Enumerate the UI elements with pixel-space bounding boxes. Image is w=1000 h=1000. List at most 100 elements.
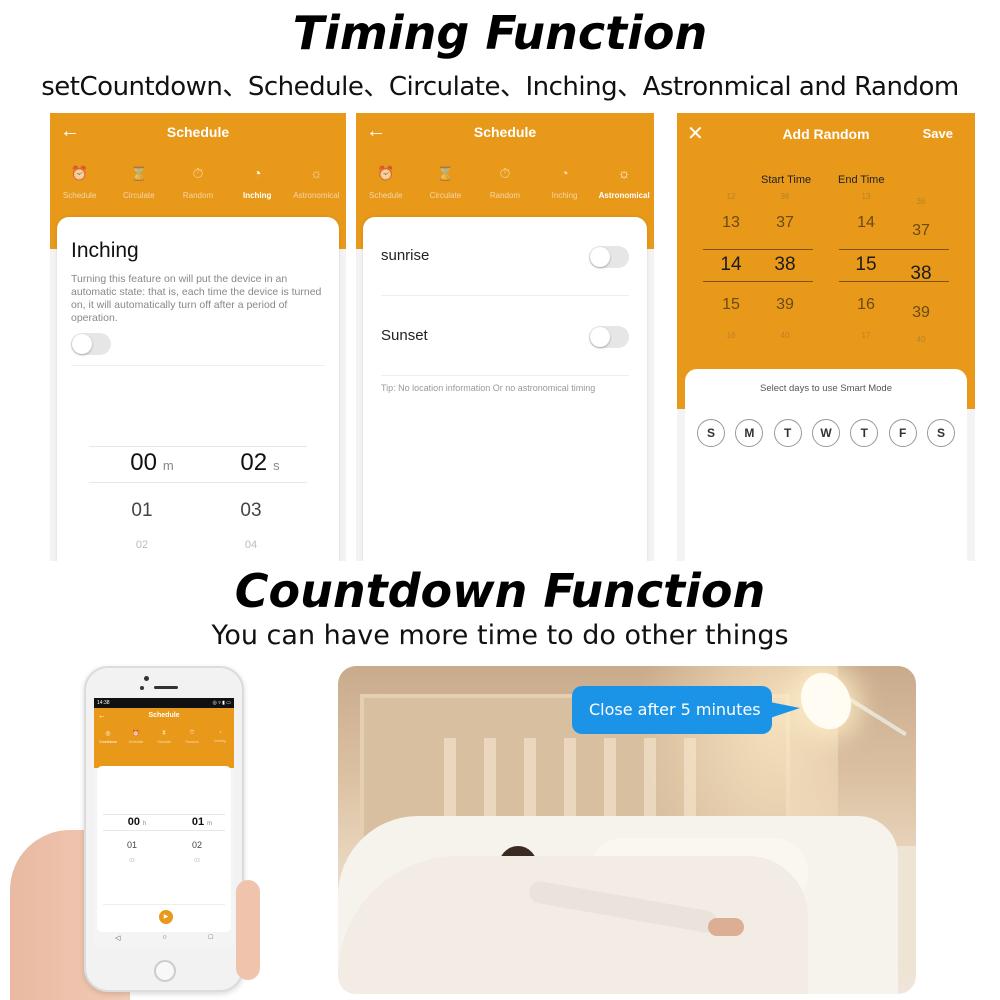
minutes-selected[interactable]: 00 m	[107, 449, 197, 477]
sunset-toggle[interactable]	[589, 326, 629, 348]
start-hour-item[interactable]: 16	[711, 331, 751, 340]
seconds-selected[interactable]: 02 s	[215, 449, 305, 477]
end-picker-line-bottom	[839, 281, 949, 282]
astronomical-screen: ← Schedule ⏰ Schedule ⌛ Circulate ⏱ Random …	[356, 113, 654, 561]
end-minute-item[interactable]: 39	[901, 304, 941, 322]
hourglass-icon: ⌛	[436, 165, 455, 181]
divider	[103, 904, 225, 905]
end-hour-item[interactable]: 14	[846, 214, 886, 232]
end-hour-item[interactable]: 17	[846, 331, 886, 340]
screen-title: Schedule	[148, 712, 180, 719]
day-thursday[interactable]: T	[850, 419, 879, 447]
end-minute-item[interactable]: 40	[901, 335, 941, 344]
minutes-selected[interactable]: 01 m	[182, 816, 222, 828]
minutes-next2[interactable]: 03	[180, 858, 214, 864]
day-monday[interactable]: M	[735, 419, 764, 447]
tab-random[interactable]: ⏱ Random	[168, 163, 227, 209]
hours-next2[interactable]: 02	[115, 858, 149, 864]
start-minute-item[interactable]: 36	[765, 192, 805, 201]
tab-schedule[interactable]: ⏰ Schedule	[122, 730, 150, 744]
day-tuesday[interactable]: T	[773, 419, 802, 447]
start-time-label: Start Time	[761, 174, 812, 186]
start-hour-selected[interactable]: 14	[711, 254, 751, 276]
screen-title: Schedule	[166, 124, 230, 140]
hours-selected[interactable]: 00 h	[117, 816, 157, 828]
minutes-next2[interactable]: 02	[107, 539, 177, 551]
inching-screen: ← Schedule ⏰ Schedule ⌛ Circulate ⏱ Random …	[50, 113, 346, 561]
tab-astronomical[interactable]: ☼ Astronomical	[594, 163, 654, 209]
days-hint: Select days to use Smart Mode	[759, 383, 892, 394]
add-random-screen: ✕ Add Random Save Start Time End Time 12…	[677, 113, 975, 561]
divider	[71, 365, 325, 366]
countdown-function-title: Countdown Function	[234, 564, 766, 618]
start-hour-item[interactable]: 13	[711, 214, 751, 232]
nav-back-icon[interactable]: ◁	[115, 934, 120, 942]
start-minute-item[interactable]: 40	[765, 331, 805, 340]
tab-inching[interactable]: ◔ Inching	[535, 163, 595, 209]
sun-horizon-icon: ☼	[617, 165, 631, 181]
end-hour-selected[interactable]: 15	[846, 254, 886, 276]
hours-next[interactable]: 01	[115, 840, 149, 850]
home-button[interactable]	[154, 960, 176, 982]
tab-countdown[interactable]: ◎ Countdown	[94, 730, 122, 744]
day-saturday[interactable]: S	[926, 419, 955, 447]
tab-inching[interactable]: ◔ Inching	[206, 730, 234, 744]
tab-circulate[interactable]: ⧗ Circulate	[150, 730, 178, 744]
play-button[interactable]: ▶	[159, 910, 173, 924]
day-wednesday[interactable]: W	[811, 419, 840, 447]
countdown-function-subtitle: You can have more time to do other thing…	[211, 620, 789, 651]
tab-circulate[interactable]: ⌛ Circulate	[416, 163, 476, 209]
sunrise-toggle[interactable]	[589, 246, 629, 268]
start-picker-line-top	[703, 249, 813, 250]
end-hour-item[interactable]: 16	[846, 296, 886, 314]
seconds-next2[interactable]: 04	[215, 539, 287, 551]
phone-mockup: 14:38 ◎ ▿ ▮ ▭ ← Schedule ◎ Countdown ⏰ Sch…	[84, 666, 244, 992]
tab-circulate[interactable]: ⌛ Circulate	[109, 163, 168, 209]
start-minute-item[interactable]: 37	[765, 214, 805, 232]
alarm-clock-icon: ⏰	[377, 165, 395, 181]
end-hour-item[interactable]: 13	[846, 192, 886, 201]
day-sunday[interactable]: S	[697, 419, 725, 447]
inching-card: Inching Turning this feature on will put…	[57, 217, 339, 561]
phone-screen: 14:38 ◎ ▿ ▮ ▭ ← Schedule ◎ Countdown ⏰ Sch…	[94, 698, 234, 948]
stopwatch-icon: ⏱	[189, 730, 195, 736]
picker-line-top	[103, 814, 225, 815]
end-minute-item[interactable]: 37	[901, 222, 941, 240]
end-picker-line-top	[839, 249, 949, 250]
front-camera	[144, 676, 149, 681]
day-friday[interactable]: F	[888, 419, 917, 447]
end-minute-item[interactable]: 36	[901, 197, 941, 206]
mode-tabs: ⏰ Schedule ⌛ Circulate ⏱ Random ◔ Inching ☼ A…	[356, 163, 654, 209]
astronomical-tip: Tip: No location information Or no astro…	[381, 383, 596, 393]
app-bar: ✕ Add Random Save	[677, 113, 975, 153]
days-card: Select days to use Smart Mode S M T W T …	[685, 369, 967, 561]
tab-astronomical[interactable]: ☼ Astronomical	[287, 163, 346, 209]
countdown-icon: ◎	[105, 731, 111, 737]
inching-toggle[interactable]	[71, 333, 111, 355]
nav-recents-icon[interactable]: □	[209, 934, 213, 942]
timing-function-title: Timing Function	[292, 6, 708, 60]
start-hour-item[interactable]: 15	[711, 296, 751, 314]
sunrise-label: sunrise	[381, 247, 430, 264]
day-selector: S M T W T F S	[697, 419, 955, 447]
save-button[interactable]: Save	[923, 126, 953, 141]
end-time-label: End Time	[838, 174, 885, 186]
seconds-next[interactable]: 03	[215, 500, 287, 522]
tab-inching[interactable]: ◔ Inching	[228, 163, 287, 209]
tab-schedule[interactable]: ⏰ Schedule	[356, 163, 416, 209]
app-bar: ← Schedule	[356, 113, 654, 153]
start-hour-item[interactable]: 12	[711, 192, 751, 201]
minutes-next[interactable]: 02	[180, 840, 214, 850]
finger-image	[236, 880, 260, 980]
toggle-knob	[72, 334, 92, 354]
minutes-next[interactable]: 01	[107, 500, 177, 522]
tab-random[interactable]: ⏱ Random	[475, 163, 535, 209]
start-minute-item[interactable]: 39	[765, 296, 805, 314]
tab-schedule[interactable]: ⏰ Schedule	[50, 163, 109, 209]
nav-home-icon[interactable]: ○	[162, 934, 166, 942]
tab-random[interactable]: ⏱ Random	[178, 730, 206, 744]
sleeper-hand	[708, 918, 744, 936]
start-minute-selected[interactable]: 38	[765, 254, 805, 276]
toggle-knob	[590, 327, 610, 347]
stopwatch-icon: ⏱	[192, 165, 204, 181]
